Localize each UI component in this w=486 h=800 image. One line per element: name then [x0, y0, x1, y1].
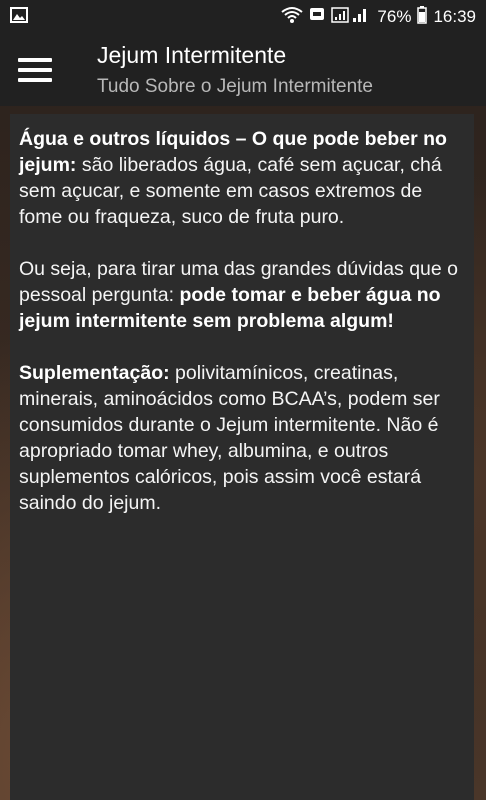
- text-supplements: polivitamínicos, creatinas, minerais, am…: [19, 362, 440, 514]
- image-icon: [10, 6, 28, 28]
- app-subtitle: Tudo Sobre o Jejum Intermitente: [97, 76, 373, 97]
- paragraph-water: Ou seja, para tirar uma das grandes dúvi…: [19, 256, 466, 334]
- battery-icon: [417, 5, 428, 29]
- paragraph-liquids: Água e outros líquidos – O que pode bebe…: [19, 126, 466, 230]
- hamburger-menu-icon[interactable]: [18, 52, 54, 88]
- message-icon: [309, 7, 325, 28]
- heading-supplements: Suplementação:: [19, 362, 170, 384]
- paragraph-supplements: Suplementação: polivitamínicos, creatina…: [19, 360, 466, 516]
- signal-icon: [331, 6, 371, 29]
- app-bar: Jejum Intermitente Tudo Sobre o Jejum In…: [0, 34, 486, 106]
- status-bar: 76% 16:39: [0, 0, 486, 34]
- battery-percent: 76%: [377, 7, 412, 26]
- article-content[interactable]: Água e outros líquidos – O que pode bebe…: [10, 114, 474, 800]
- status-left: [10, 6, 281, 28]
- wifi-icon: [281, 6, 304, 29]
- text-liquids: são liberados água, café sem açucar, chá…: [19, 154, 442, 228]
- app-title: Jejum Intermitente: [97, 42, 287, 68]
- clock: 16:39: [433, 7, 476, 26]
- status-right: 76% 16:39: [281, 5, 476, 29]
